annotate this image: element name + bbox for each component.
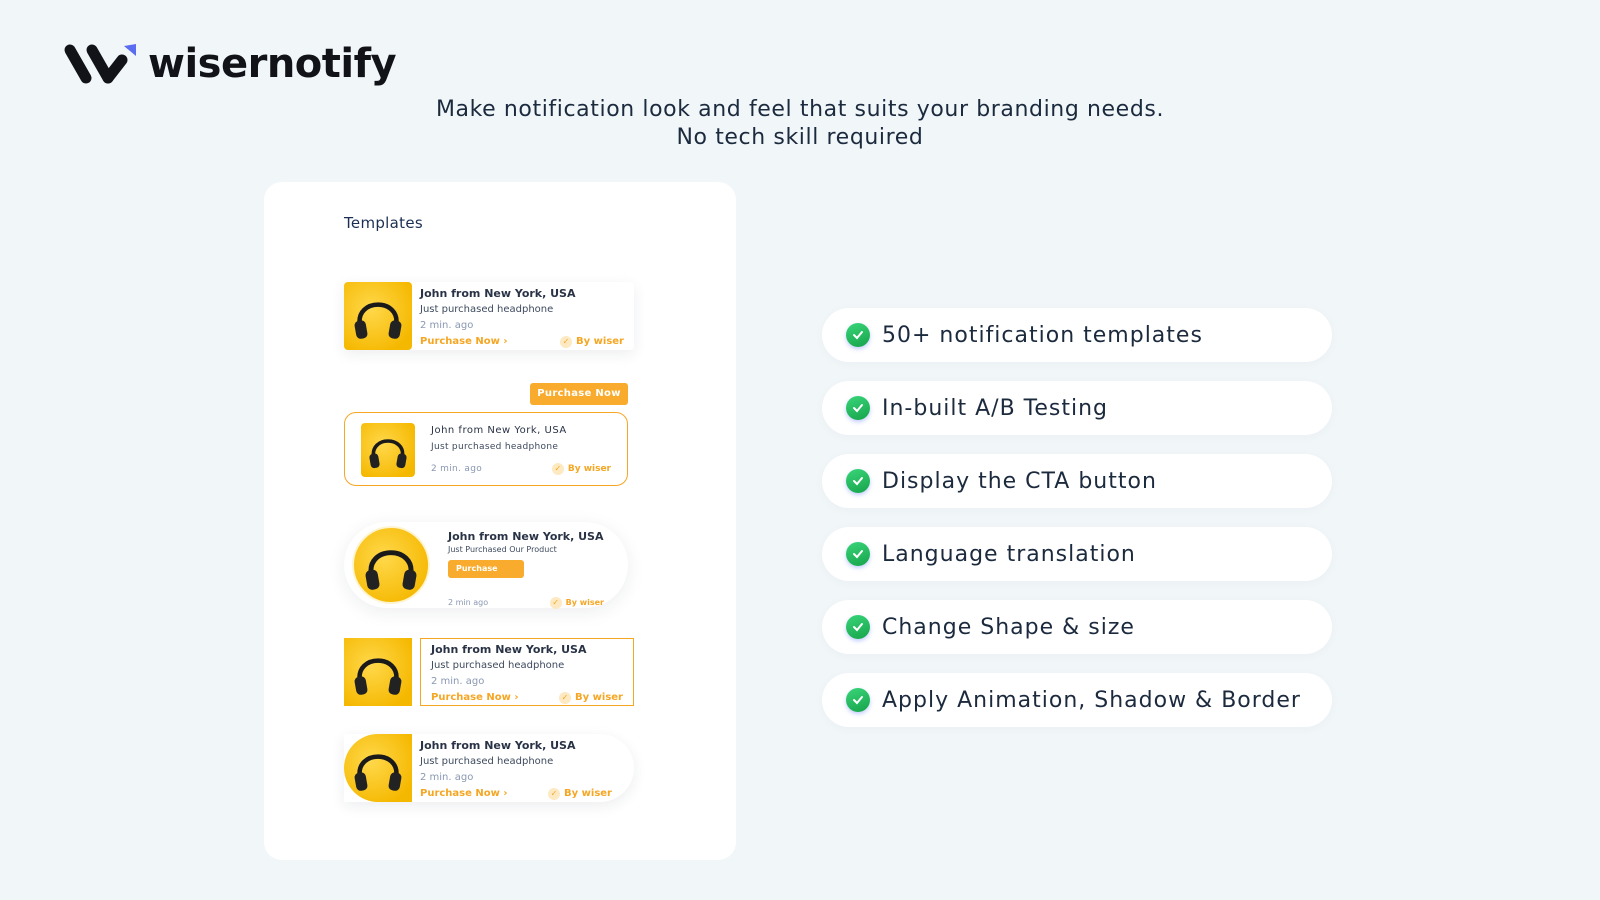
notification-title: John from New York, USA [420,287,576,300]
badge-label: By wiser [565,598,604,607]
notification-time: 2 min. ago [420,320,474,331]
check-circle-icon [846,615,870,639]
notification-time: 2 min. ago [420,772,474,783]
headphone-image [344,638,412,706]
badge-label: By wiser [575,692,623,703]
feature-item: Change Shape & size [822,600,1332,654]
feature-item: In-built A/B Testing [822,381,1332,435]
brand-logo: wisernotify [62,41,397,87]
feature-item: Display the CTA button [822,454,1332,508]
template-pill-circle[interactable]: John from New York, USA Just Purchased O… [344,522,628,611]
check-circle-icon [846,542,870,566]
feature-item: Language translation [822,527,1332,581]
headphone-image [352,526,430,604]
badge-label: By wiser [564,788,612,799]
feature-label: Apply Animation, Shadow & Border [882,687,1301,713]
purchase-now-link[interactable]: Purchase Now › [431,690,518,706]
by-wiser-badge: ✓ By wiser [560,334,624,350]
by-wiser-badge: ✓ By wiser [551,461,611,477]
purchase-now-button[interactable]: Purchase Now [448,560,524,591]
check-circle-icon [846,688,870,712]
check-icon: ✓ [549,597,562,609]
badge-label: By wiser [567,464,611,474]
feature-item: 50+ notification templates [822,308,1332,362]
badge-label: By wiser [576,336,624,347]
notification-subtitle: Just purchased headphone [431,660,565,671]
template-card[interactable]: John from New York, USA Just purchased h… [344,282,634,350]
purchase-now-button[interactable]: Purchase Now [530,383,628,405]
wisernotify-logo-icon [64,44,136,84]
headphone-image [344,282,412,350]
check-icon: ✓ [551,463,564,475]
purchase-now-link[interactable]: Purchase Now › [420,334,507,350]
check-circle-icon [846,469,870,493]
purchase-now-link[interactable]: Purchase Now › [420,786,507,802]
headline-line-1: Make notification look and feel that sui… [435,97,1165,122]
check-circle-icon [846,323,870,347]
feature-label: Change Shape & size [882,614,1135,640]
headline-line-2: No tech skill required [676,125,924,150]
notification-subtitle: Just purchased headphone [431,442,559,452]
notification-title: John from New York, USA [431,425,567,436]
headline: Make notification look and feel that sui… [0,96,1600,152]
notification-title: John from New York, USA [420,739,576,752]
brand-name: wisernotify [148,41,397,87]
template-rounded-bordered[interactable]: John from New York, USA Just purchased h… [344,412,628,486]
notification-title: John from New York, USA [448,530,604,543]
by-wiser-badge: ✓ By wiser [549,595,604,611]
feature-label: In-built A/B Testing [882,395,1109,421]
feature-list: 50+ notification templates In-built A/B … [822,308,1332,746]
template-pill[interactable]: John from New York, USA Just purchased h… [344,734,634,802]
notification-subtitle: Just Purchased Our Product [448,545,557,554]
notification-subtitle: Just purchased headphone [420,304,554,315]
check-icon: ✓ [548,788,561,800]
headphone-image [344,734,412,802]
panel-title: Templates [344,214,423,232]
feature-item: Apply Animation, Shadow & Border [822,673,1332,727]
check-icon: ✓ [559,692,572,704]
feature-label: Display the CTA button [882,468,1157,494]
notification-time: 2 min ago [448,598,489,607]
by-wiser-badge: ✓ By wiser [559,690,623,706]
check-circle-icon [846,396,870,420]
template-bordered-box[interactable]: John from New York, USA Just purchased h… [344,638,634,706]
notification-time: 2 min. ago [431,464,483,474]
templates-panel: Templates John from New York, USA Just p… [264,182,736,860]
notification-title: John from New York, USA [431,643,587,656]
notification-subtitle: Just purchased headphone [420,756,554,767]
headphone-image [361,423,415,477]
check-icon: ✓ [560,336,573,348]
by-wiser-badge: ✓ By wiser [548,786,612,802]
feature-label: Language translation [882,541,1136,567]
feature-label: 50+ notification templates [882,322,1203,348]
notification-time: 2 min. ago [431,676,485,687]
